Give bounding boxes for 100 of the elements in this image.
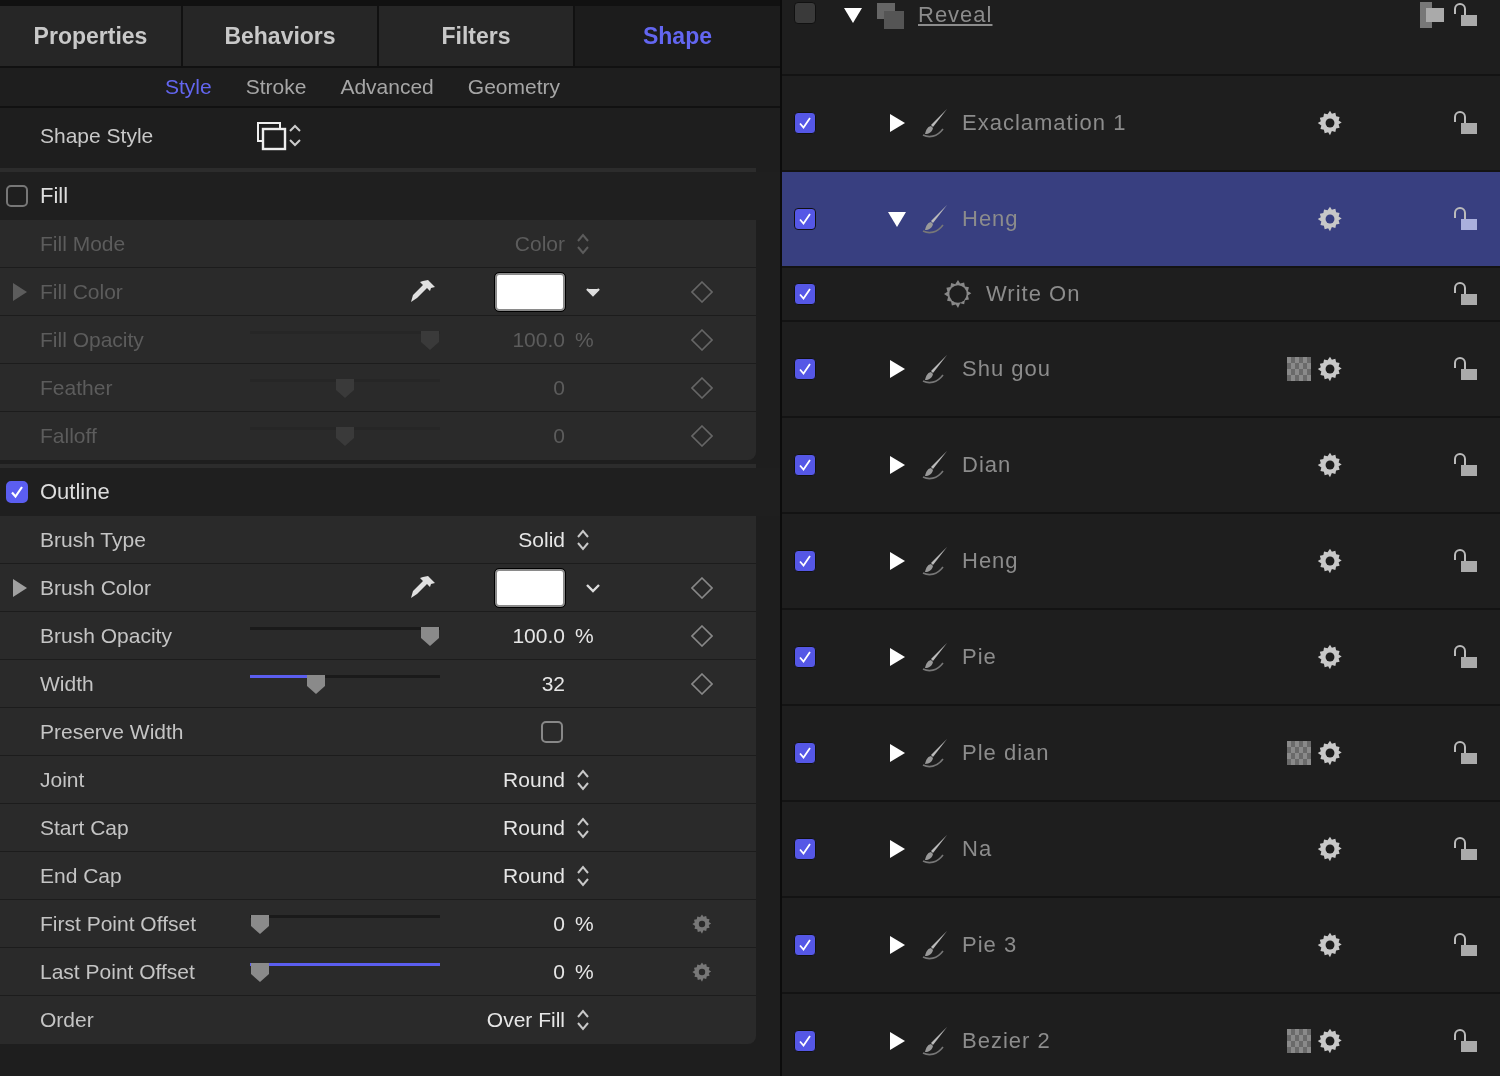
layer-name[interactable]: Na: [962, 836, 993, 862]
color-swatch[interactable]: [495, 568, 565, 607]
layer-stack-icon[interactable]: [1420, 2, 1446, 28]
disclosure-triangle-icon[interactable]: [844, 6, 862, 24]
layer-checkbox[interactable]: [794, 742, 816, 764]
disclosure-triangle-icon[interactable]: [888, 1032, 906, 1050]
disclosure-triangle-icon[interactable]: [888, 456, 906, 474]
popup-menu[interactable]: Solid: [518, 527, 565, 552]
layer-name[interactable]: Heng: [962, 206, 1019, 232]
layer-checkbox[interactable]: [794, 358, 816, 380]
lock-icon[interactable]: [1452, 1028, 1478, 1054]
slider-thumb[interactable]: [250, 960, 270, 983]
popup-menu[interactable]: Round: [503, 767, 565, 792]
keyframe-diamond-icon[interactable]: [691, 576, 713, 599]
checkbox[interactable]: [541, 720, 563, 743]
inspector-tab[interactable]: Shape: [575, 6, 780, 66]
disclosure-triangle-icon[interactable]: [888, 840, 906, 858]
lock-icon[interactable]: [1452, 548, 1478, 574]
slider[interactable]: [250, 912, 440, 935]
layer-row[interactable]: Shu gou: [782, 322, 1500, 418]
popup-menu[interactable]: Over Fill: [486, 1008, 565, 1032]
gear-icon[interactable]: [1316, 1027, 1344, 1055]
value-field[interactable]: 32: [440, 671, 565, 696]
keyframe-diamond-icon[interactable]: [691, 376, 713, 399]
slider-thumb[interactable]: [420, 624, 440, 647]
layer-row[interactable]: Pie: [782, 610, 1500, 706]
layer-checkbox[interactable]: [794, 208, 816, 230]
disclosure-triangle-icon[interactable]: [888, 114, 906, 132]
gear-icon[interactable]: [1316, 643, 1344, 671]
layer-checkbox[interactable]: [794, 838, 816, 860]
keyframe-diamond-icon[interactable]: [691, 328, 713, 351]
layer-checkbox[interactable]: [794, 550, 816, 572]
keyframe-diamond-icon[interactable]: [691, 280, 713, 303]
gear-icon[interactable]: [1316, 109, 1344, 137]
subtab[interactable]: Style: [165, 75, 212, 99]
gear-icon[interactable]: [1316, 547, 1344, 575]
layer-name[interactable]: Dian: [962, 452, 1012, 478]
layer-row[interactable]: Ple dian: [782, 706, 1500, 802]
gear-icon[interactable]: [1316, 451, 1344, 479]
disclosure-triangle-icon[interactable]: [888, 210, 906, 228]
disclosure-triangle-icon[interactable]: [888, 360, 906, 378]
subtab[interactable]: Geometry: [467, 75, 560, 99]
layer-name[interactable]: Bezier 2: [962, 1028, 1051, 1054]
layer-row[interactable]: Na: [782, 802, 1500, 898]
color-swatch[interactable]: [495, 272, 565, 311]
keyframe-diamond-icon[interactable]: [691, 672, 713, 695]
layer-name[interactable]: Reveal: [918, 2, 993, 28]
layer-name[interactable]: Heng: [962, 548, 1019, 574]
lock-icon[interactable]: [1452, 740, 1478, 766]
lock-icon[interactable]: [1452, 932, 1478, 958]
keyframe-diamond-icon[interactable]: [691, 624, 713, 647]
lock-icon[interactable]: [1452, 206, 1478, 232]
layer-checkbox[interactable]: [794, 1030, 816, 1052]
layer-row[interactable]: Write On: [782, 268, 1500, 322]
subtab[interactable]: Stroke: [245, 75, 307, 99]
value-field[interactable]: 0: [440, 911, 565, 936]
popup-menu[interactable]: Round: [503, 863, 565, 888]
lock-icon[interactable]: [1452, 452, 1478, 478]
layer-checkbox[interactable]: [794, 934, 816, 956]
disclosure-triangle-icon[interactable]: [888, 648, 906, 666]
lock-icon[interactable]: [1452, 110, 1478, 136]
layer-name[interactable]: Write On: [986, 281, 1081, 307]
gear-icon[interactable]: [1316, 835, 1344, 863]
disclosure-triangle-icon[interactable]: [888, 936, 906, 954]
lock-icon[interactable]: [1452, 2, 1478, 28]
layer-row[interactable]: Bezier 2: [782, 994, 1500, 1076]
subtab[interactable]: Advanced: [340, 75, 434, 99]
section-checkbox[interactable]: [6, 185, 28, 207]
disclosure-triangle-icon[interactable]: [888, 744, 906, 762]
slider-thumb[interactable]: [250, 912, 270, 935]
shape-style-popup-icon[interactable]: [256, 121, 304, 151]
slider[interactable]: [250, 960, 440, 983]
layer-checkbox[interactable]: [794, 2, 816, 24]
keyframe-diamond-icon[interactable]: [691, 425, 713, 447]
lock-icon[interactable]: [1452, 281, 1478, 307]
gear-icon[interactable]: [1316, 205, 1344, 233]
layer-row[interactable]: Heng: [782, 172, 1500, 268]
value-field[interactable]: 100.0: [440, 623, 565, 648]
chevron-down-icon[interactable]: [585, 582, 601, 593]
disclosure-triangle-icon[interactable]: [888, 552, 906, 570]
layer-name[interactable]: Ple dian: [962, 740, 1050, 766]
layer-name[interactable]: Shu gou: [962, 356, 1051, 382]
value-field[interactable]: 0: [440, 959, 565, 984]
popup-menu[interactable]: Round: [503, 815, 565, 840]
slider-thumb[interactable]: [306, 672, 327, 695]
layer-name[interactable]: Exaclamation 1: [962, 110, 1127, 136]
layer-checkbox[interactable]: [794, 646, 816, 668]
gear-icon[interactable]: [1316, 739, 1344, 767]
layer-row[interactable]: Pie 3: [782, 898, 1500, 994]
layer-checkbox[interactable]: [794, 283, 816, 305]
layer-checkbox[interactable]: [794, 454, 816, 476]
gear-icon[interactable]: [1316, 931, 1344, 959]
layer-row[interactable]: Dian: [782, 418, 1500, 514]
lock-icon[interactable]: [1452, 644, 1478, 670]
lock-icon[interactable]: [1452, 836, 1478, 862]
layer-name[interactable]: Pie 3: [962, 932, 1018, 958]
section-checkbox[interactable]: [6, 481, 28, 503]
layer-name[interactable]: Pie: [962, 644, 997, 670]
lock-icon[interactable]: [1452, 356, 1478, 382]
layer-row[interactable]: Reveal: [782, 0, 1500, 76]
